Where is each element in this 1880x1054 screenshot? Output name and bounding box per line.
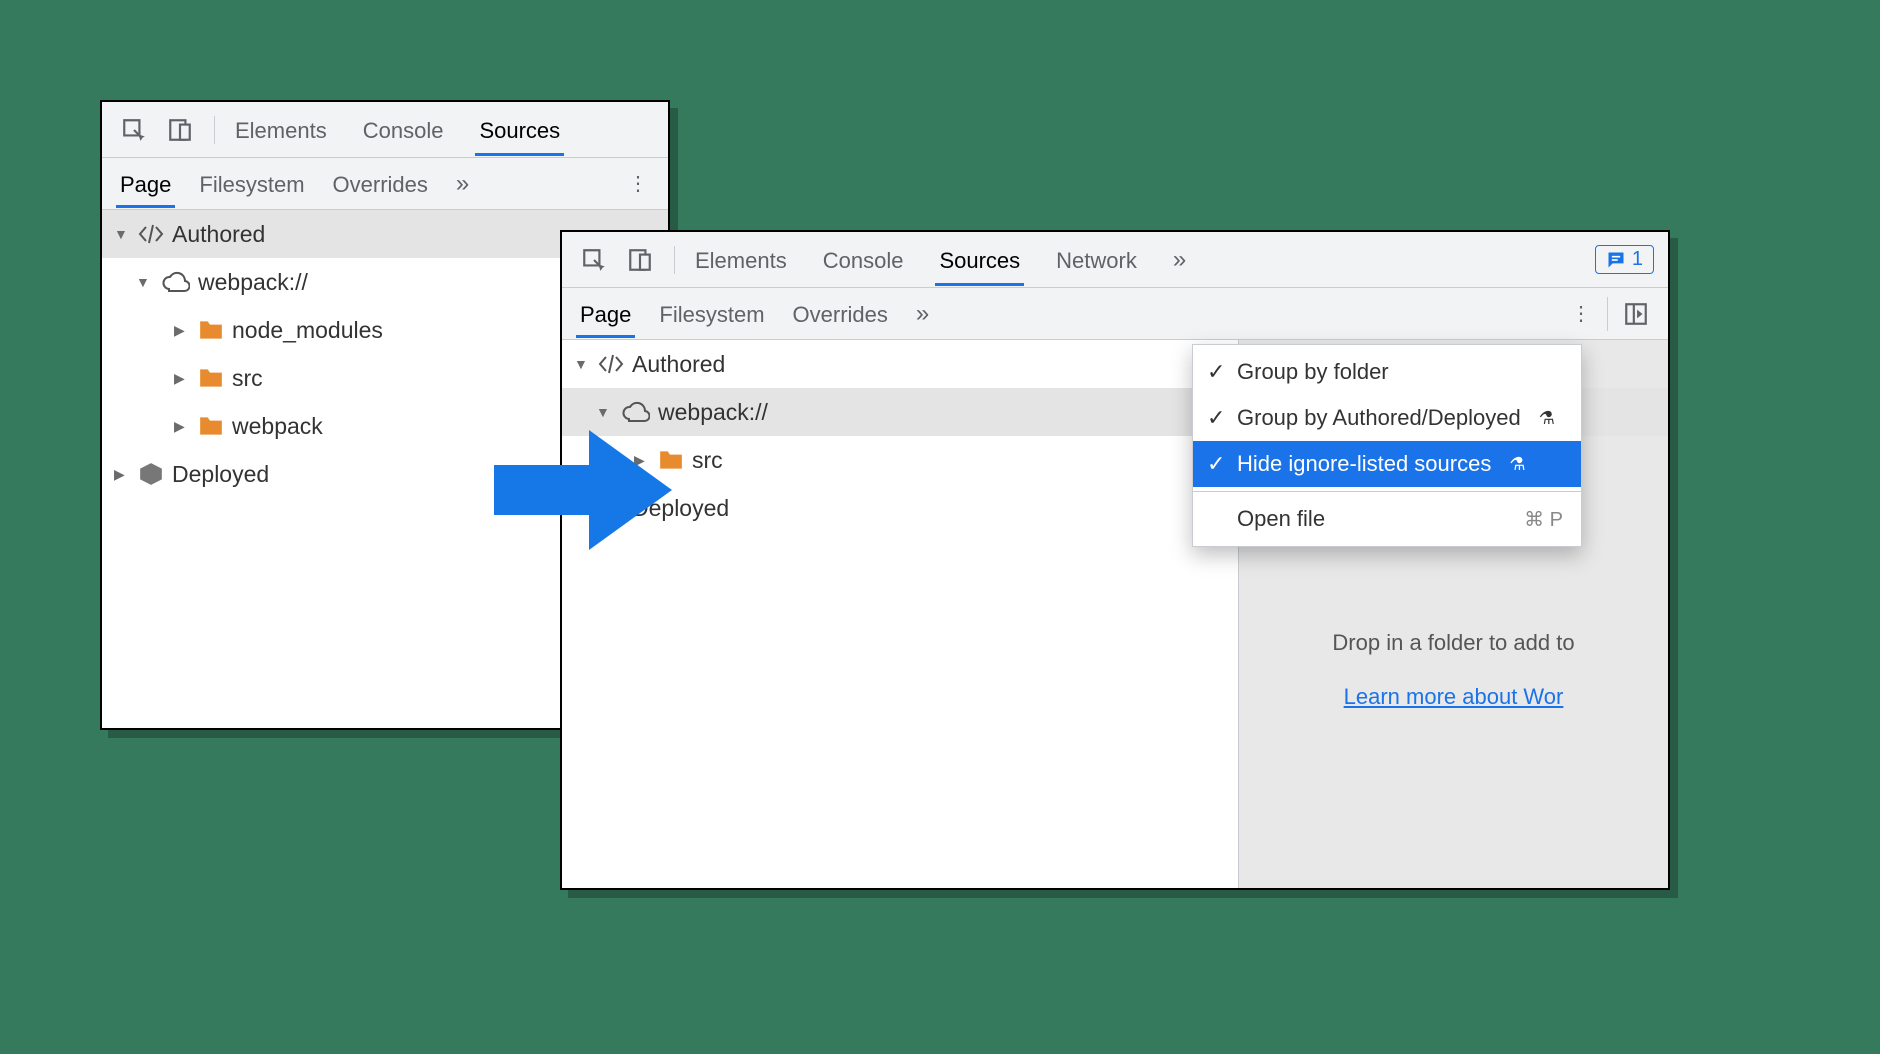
tree-label: src	[232, 365, 263, 392]
folder-icon	[658, 449, 684, 471]
check-icon: ✓	[1207, 451, 1225, 477]
deployed-icon	[598, 495, 624, 521]
toolbar-divider	[214, 116, 215, 144]
top-tab-bar: Elements Console Sources Network » 1	[562, 232, 1668, 288]
tree-label: node_modules	[232, 317, 383, 344]
disclosure-triangle-icon[interactable]	[174, 370, 190, 387]
device-toggle-icon[interactable]	[622, 242, 658, 278]
top-tab-bar: Elements Console Sources	[102, 102, 668, 158]
cloud-icon	[620, 401, 650, 423]
experiment-icon: ⚗	[1509, 454, 1525, 475]
disclosure-triangle-icon[interactable]	[114, 466, 130, 483]
folder-icon	[198, 319, 224, 341]
sub-tab-bar: Page Filesystem Overrides » ⋮	[562, 288, 1668, 340]
menu-item-group-authored[interactable]: ✓ Group by Authored/Deployed ⚗	[1193, 395, 1581, 441]
top-tabs: Elements Console Sources Network »	[691, 234, 1190, 286]
more-tabs-icon[interactable]: »	[1169, 246, 1190, 274]
tree-label: webpack://	[198, 269, 308, 296]
tree-label: Authored	[172, 221, 265, 248]
menu-item-label: Group by Authored/Deployed	[1237, 405, 1521, 431]
tab-console[interactable]: Console	[819, 234, 908, 286]
folder-icon	[198, 415, 224, 437]
issues-badge[interactable]: 1	[1595, 245, 1654, 274]
tree-label: webpack://	[658, 399, 768, 426]
tab-elements[interactable]: Elements	[231, 104, 331, 156]
disclosure-triangle-icon[interactable]	[174, 322, 190, 339]
subtab-overrides[interactable]: Overrides	[329, 160, 432, 208]
tree-label: Authored	[632, 351, 725, 378]
authored-icon	[138, 223, 164, 245]
tree-label: src	[692, 447, 723, 474]
disclosure-triangle-icon[interactable]	[574, 356, 590, 372]
toolbar-divider	[1607, 297, 1608, 331]
disclosure-triangle-icon[interactable]	[174, 418, 190, 435]
check-icon: ✓	[1207, 405, 1225, 431]
tab-sources[interactable]: Sources	[935, 234, 1024, 286]
sources-options-menu: ✓ Group by folder ✓ Group by Authored/De…	[1192, 344, 1582, 547]
keyboard-shortcut: ⌘ P	[1524, 507, 1563, 532]
subtab-filesystem[interactable]: Filesystem	[195, 160, 308, 208]
issues-count: 1	[1632, 248, 1643, 271]
subtab-page[interactable]: Page	[576, 290, 635, 338]
cloud-icon	[160, 271, 190, 293]
toolbar-divider	[674, 246, 675, 274]
menu-item-hide-ignored[interactable]: ✓ Hide ignore-listed sources ⚗	[1193, 441, 1581, 487]
disclosure-triangle-icon[interactable]	[596, 404, 612, 420]
menu-separator	[1193, 491, 1581, 492]
tab-elements[interactable]: Elements	[691, 234, 791, 286]
inspect-icon[interactable]	[116, 112, 152, 148]
collapse-panel-icon[interactable]	[1618, 296, 1654, 332]
kebab-menu-icon[interactable]: ⋮	[1565, 298, 1597, 330]
menu-item-open-file[interactable]: Open file ⌘ P	[1193, 496, 1581, 542]
more-subtabs-icon[interactable]: »	[912, 300, 933, 328]
folder-icon	[198, 367, 224, 389]
device-toggle-icon[interactable]	[162, 112, 198, 148]
subtab-overrides[interactable]: Overrides	[789, 290, 892, 338]
message-icon	[1606, 250, 1626, 270]
menu-item-label: Group by folder	[1237, 359, 1389, 385]
devtools-window-after: Elements Console Sources Network » 1 Pag…	[560, 230, 1670, 890]
tab-network[interactable]: Network	[1052, 234, 1141, 286]
sub-tab-bar: Page Filesystem Overrides » ⋮	[102, 158, 668, 210]
deployed-icon	[138, 461, 164, 487]
tab-sources[interactable]: Sources	[475, 104, 564, 156]
subtab-page[interactable]: Page	[116, 160, 175, 208]
experiment-icon: ⚗	[1539, 408, 1555, 429]
hint-text: Drop in a folder to add to	[1259, 630, 1648, 656]
tree-label: Deployed	[632, 495, 729, 522]
more-subtabs-icon[interactable]: »	[452, 170, 473, 198]
learn-more-link[interactable]: Learn more about Wor	[1344, 684, 1564, 709]
disclosure-triangle-icon[interactable]	[114, 226, 130, 242]
check-icon: ✓	[1207, 359, 1225, 385]
subtab-filesystem[interactable]: Filesystem	[655, 290, 768, 338]
top-tabs: Elements Console Sources	[231, 104, 564, 156]
menu-item-label: Hide ignore-listed sources	[1237, 451, 1491, 477]
menu-item-label: Open file	[1237, 506, 1325, 532]
authored-icon	[598, 353, 624, 375]
menu-item-group-folder[interactable]: ✓ Group by folder	[1193, 349, 1581, 395]
tree-label: webpack	[232, 413, 323, 440]
inspect-icon[interactable]	[576, 242, 612, 278]
disclosure-triangle-icon[interactable]	[136, 274, 152, 290]
tree-label: Deployed	[172, 461, 269, 488]
tab-console[interactable]: Console	[359, 104, 448, 156]
disclosure-triangle-icon[interactable]	[574, 500, 590, 517]
kebab-menu-icon[interactable]: ⋮	[622, 168, 654, 200]
disclosure-triangle-icon[interactable]	[634, 452, 650, 469]
